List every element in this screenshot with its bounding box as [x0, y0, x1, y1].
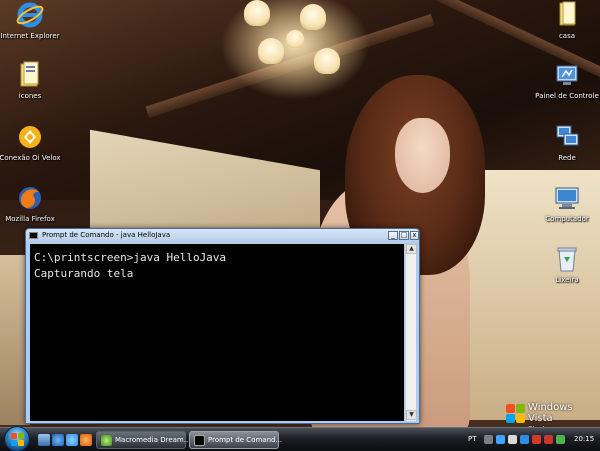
windows-vista-logo: Windows Vista Starter — [506, 402, 598, 433]
desktop-icon-rede[interactable]: Rede — [535, 122, 599, 162]
media-player-icon[interactable] — [80, 434, 92, 446]
close-button[interactable]: x — [410, 231, 419, 240]
taskbar-item-dreamweaver[interactable]: Macromedia Dream... — [96, 431, 190, 449]
network-icon — [552, 122, 582, 152]
vista-brand: Windows Vista — [528, 402, 573, 424]
internet-explorer-icon — [15, 0, 45, 30]
language-indicator[interactable]: PT — [468, 435, 477, 443]
folder-icon — [552, 0, 582, 30]
command-prompt-icon — [194, 435, 205, 446]
tray-messenger-icon[interactable] — [520, 435, 529, 444]
desktop-icon-label: casa — [558, 32, 576, 40]
tray-network-icon[interactable] — [496, 435, 505, 444]
desktop-icon-conexao-oi-velox[interactable]: Conexão Oi Velox — [0, 122, 62, 162]
desktop-icon-label: Rede — [558, 154, 576, 162]
command-prompt-window[interactable]: Prompt de Comando - java HelloJava _ □ x… — [25, 228, 420, 424]
desktop-icon-painel-de-controle[interactable]: Painel de Controle — [535, 60, 599, 100]
desktop-icon-computador[interactable]: Computador — [535, 183, 599, 223]
recycle-bin-icon — [552, 244, 582, 274]
console-line: Capturando tela — [34, 267, 134, 280]
desktop-icon-label: icones — [18, 92, 42, 100]
start-button[interactable] — [4, 426, 30, 451]
computer-icon — [552, 183, 582, 213]
desktop-icon-label: Computador — [545, 215, 589, 223]
taskbar-item-label: Prompt de Comand... — [208, 436, 283, 444]
connection-icon — [15, 122, 45, 152]
desktop-icon-mozilla-firefox[interactable]: Mozilla Firefox — [0, 183, 62, 223]
internet-explorer-icon[interactable] — [66, 434, 78, 446]
folder-icon — [15, 60, 45, 90]
desktop-icon-casa[interactable]: casa — [535, 0, 599, 40]
switch-windows-icon[interactable] — [52, 434, 64, 446]
taskbar-item-command-prompt[interactable]: Prompt de Comand... — [189, 431, 283, 449]
clock[interactable]: 20:15 — [574, 435, 594, 443]
tray-update-icon[interactable] — [544, 435, 553, 444]
console-output[interactable]: C:\printscreen>java HelloJava Capturando… — [30, 244, 404, 421]
console-line: C:\printscreen>java HelloJava — [34, 251, 227, 264]
tray-antivirus-icon[interactable] — [532, 435, 541, 444]
desktop-icon-label: Mozilla Firefox — [5, 215, 55, 223]
window-titlebar[interactable]: Prompt de Comando - java HelloJava _ □ x — [26, 229, 419, 243]
tray-security-icon[interactable] — [556, 435, 565, 444]
dreamweaver-icon — [101, 435, 112, 446]
maximize-button[interactable]: □ — [399, 231, 409, 240]
scroll-down-arrow-icon[interactable]: ▼ — [406, 410, 417, 420]
control-panel-icon — [552, 60, 582, 90]
desktop-icon-label: Lixeira — [555, 276, 579, 284]
desktop-icon-label: Internet Explorer — [0, 32, 60, 40]
tray-arrow-icon[interactable] — [484, 435, 493, 444]
command-prompt-icon — [29, 232, 38, 239]
minimize-button[interactable]: _ — [388, 231, 398, 240]
desktop-icon-label: Conexão Oi Velox — [0, 154, 61, 162]
desktop-icon-icones[interactable]: icones — [0, 60, 62, 100]
desktop-icon-label: Painel de Controle — [535, 92, 599, 100]
desktop-icon-internet-explorer[interactable]: Internet Explorer — [0, 0, 62, 40]
tray-volume-icon[interactable] — [508, 435, 517, 444]
scroll-up-arrow-icon[interactable]: ▲ — [406, 244, 417, 254]
desktop-icon-lixeira[interactable]: Lixeira — [535, 244, 599, 284]
show-desktop-icon[interactable] — [38, 434, 50, 446]
windows-flag-icon — [506, 404, 526, 424]
taskbar: Macromedia Dream... Prompt de Comand... … — [0, 426, 600, 451]
taskbar-item-label: Macromedia Dream... — [115, 436, 191, 444]
window-title: Prompt de Comando - java HelloJava — [42, 231, 171, 239]
vertical-scrollbar[interactable]: ▲ ▼ — [405, 244, 417, 421]
firefox-icon — [15, 183, 45, 213]
